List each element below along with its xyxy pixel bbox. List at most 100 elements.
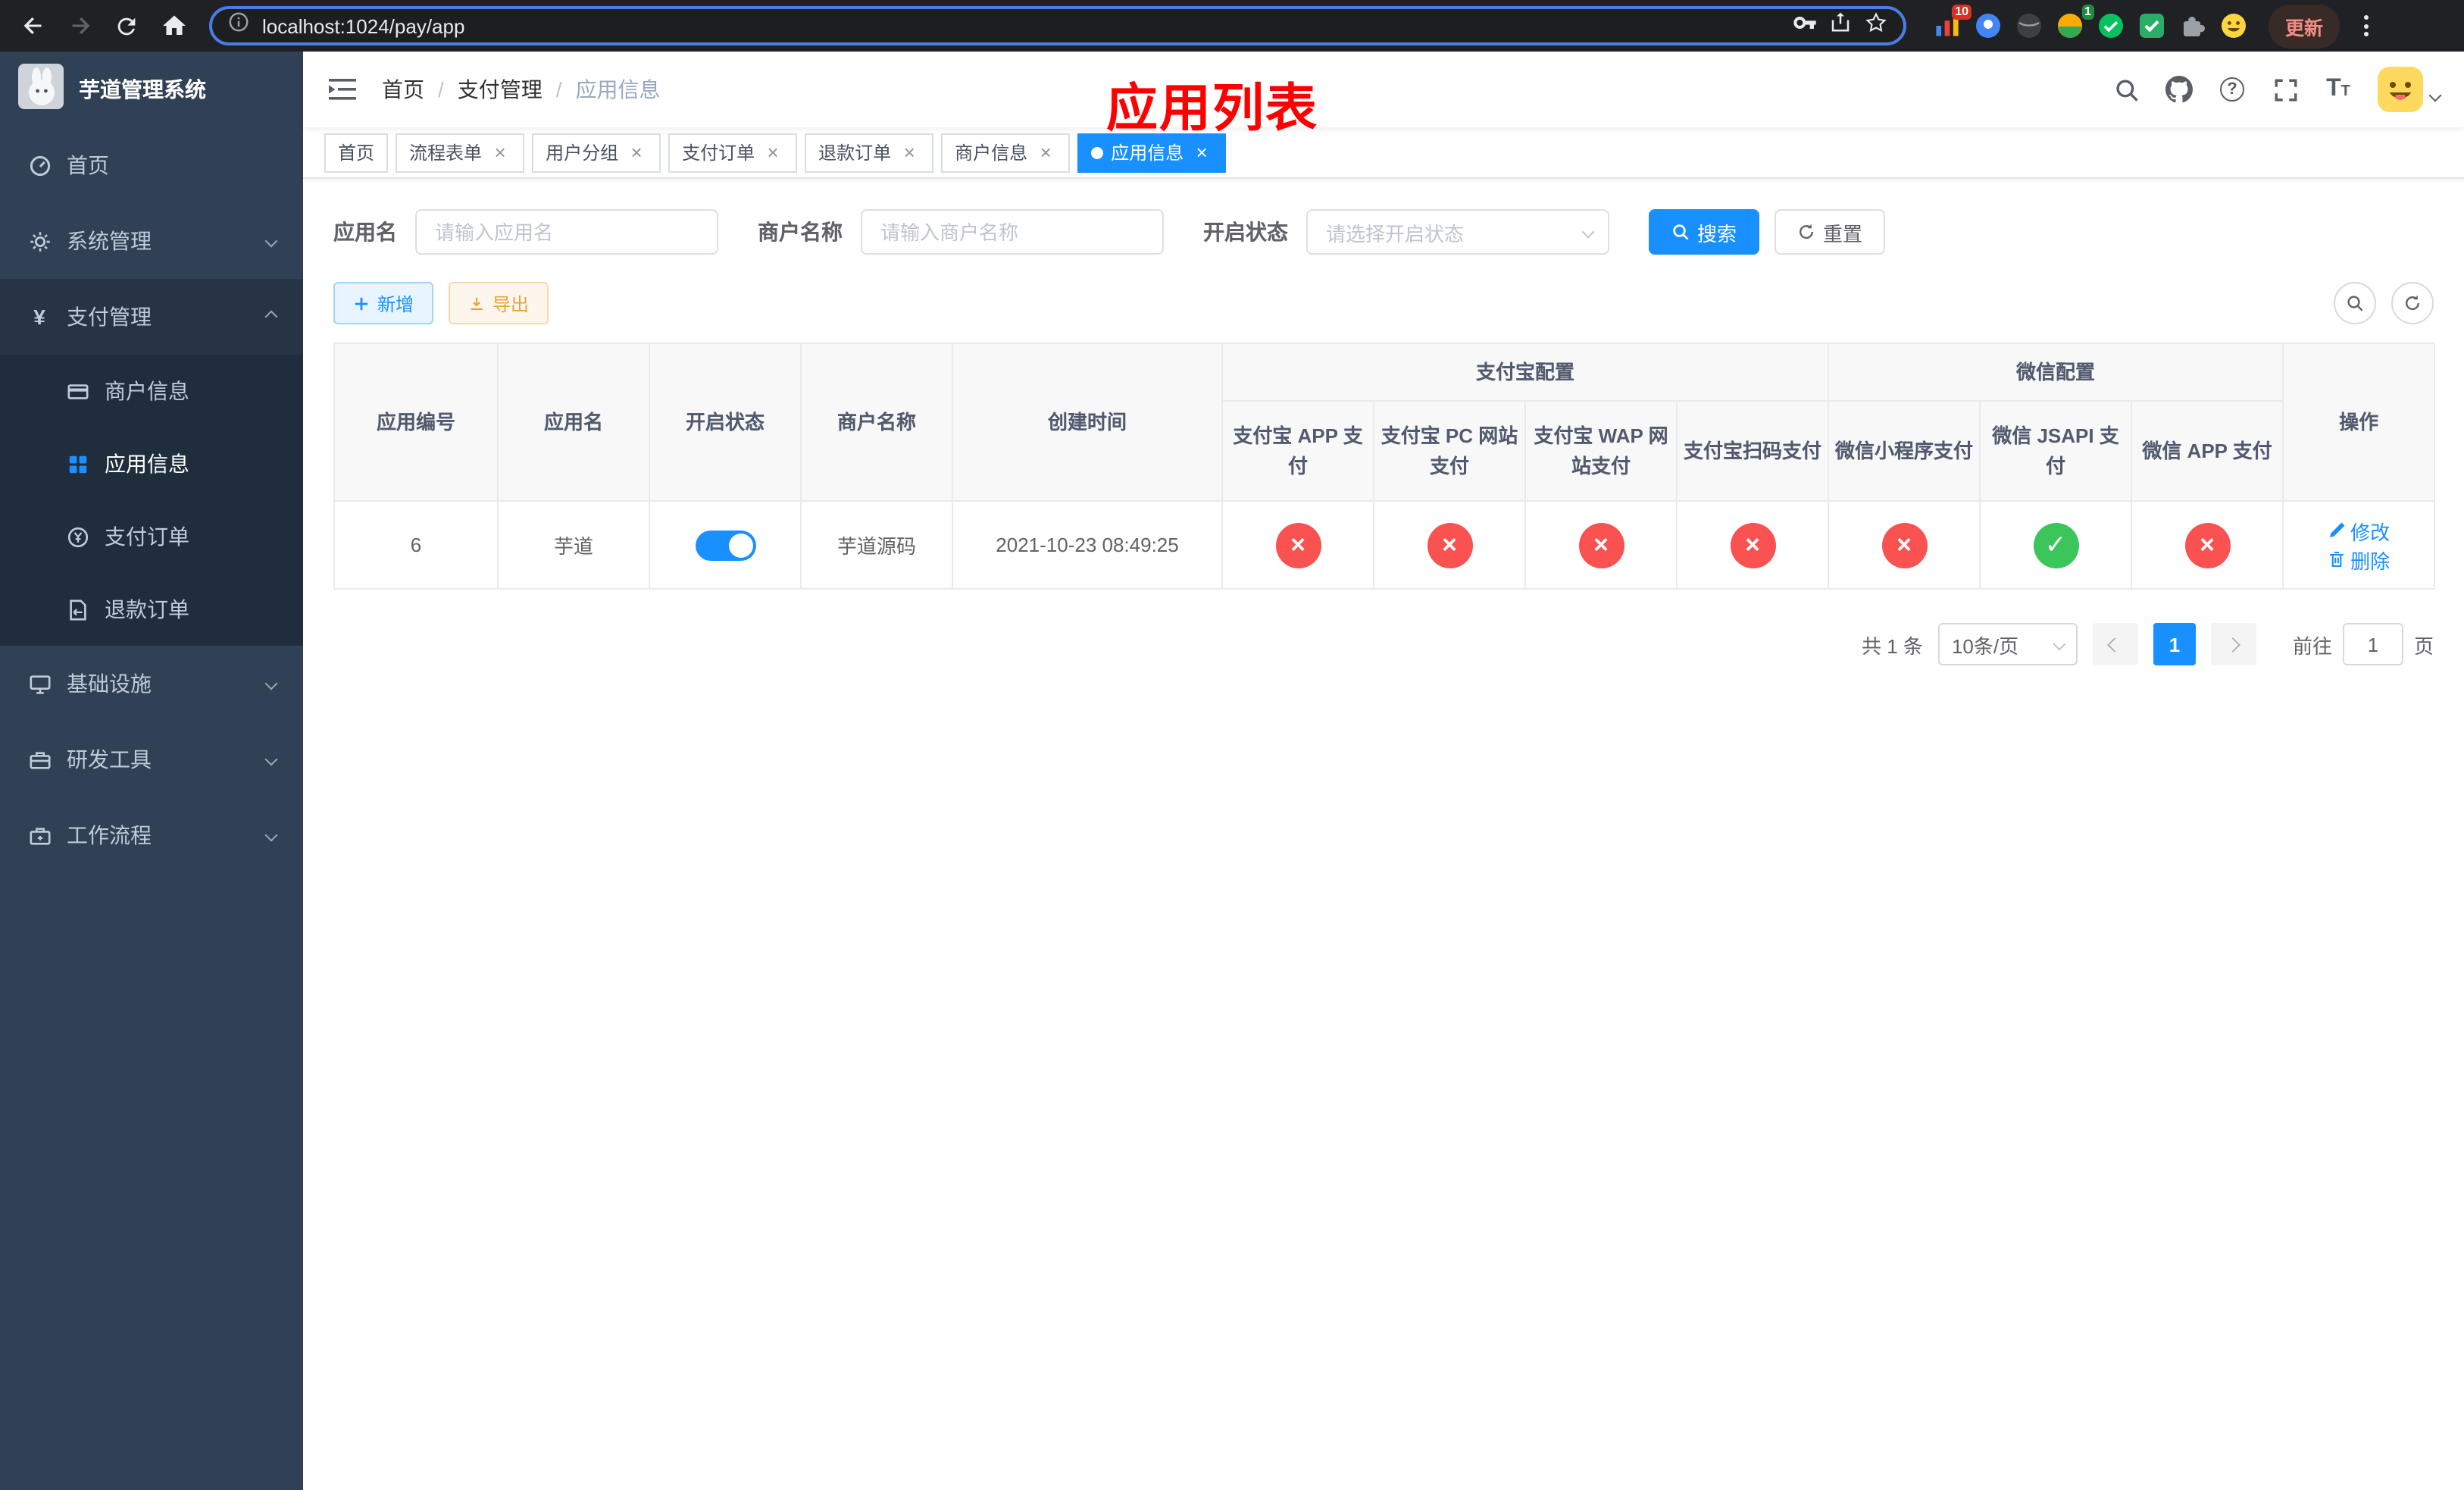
collapse-sidebar-icon[interactable] [327, 74, 358, 105]
search-button[interactable]: 搜索 [1649, 209, 1760, 255]
edit-link[interactable]: 修改 [2328, 516, 2390, 545]
search-icon[interactable] [2112, 76, 2140, 103]
sidebar-item-payment-order[interactable]: 支付订单 [0, 500, 303, 573]
breadcrumb-separator: / [438, 77, 444, 102]
tag-merchant-info[interactable]: 商户信息 × [941, 133, 1071, 172]
app-logo[interactable]: 芋道管理系统 [0, 52, 303, 127]
goto-page-input[interactable] [2342, 623, 2403, 665]
app-table: 应用编号 应用名 开启状态 商户名称 创建时间 支付宝配置 微信配置 操作 支付… [333, 343, 2436, 590]
toolbox-icon [27, 747, 52, 772]
merchant-name-input[interactable] [861, 209, 1164, 255]
user-avatar[interactable] [2378, 67, 2442, 112]
chevron-left-icon [2108, 637, 2123, 652]
site-info-icon[interactable] [227, 11, 250, 41]
page-number-active[interactable]: 1 [2153, 623, 2196, 665]
font-size-icon[interactable]: TT [2325, 76, 2352, 103]
github-icon[interactable] [2165, 76, 2193, 103]
close-icon[interactable]: × [762, 142, 783, 163]
close-icon[interactable]: × [899, 142, 920, 163]
sidebar-item-workflow[interactable]: 工作流程 [0, 797, 303, 873]
share-icon[interactable] [1829, 11, 1852, 41]
puzzle-extensions-icon[interactable] [2179, 12, 2206, 39]
chart-extension-icon[interactable]: 10 [1934, 5, 1972, 39]
back-icon[interactable] [12, 5, 53, 46]
sidebar-item-label: 支付管理 [67, 305, 152, 329]
delete-link[interactable]: 删除 [2328, 545, 2390, 574]
url-text[interactable]: localhost:1024/pay/app [262, 14, 1781, 37]
table-toolbar: 新增 导出 [333, 282, 2434, 324]
app-name-input[interactable] [415, 209, 718, 255]
tags-view: 首页 流程表单 × 用户分组 × 支付订单 × 退款订单 × 商户信息 × 应用… [303, 127, 2464, 179]
chevron-down-icon [264, 753, 278, 766]
emoji-face-extension-icon[interactable] [2220, 12, 2247, 39]
pagination-total: 共 1 条 [1862, 634, 1923, 657]
cell-app-name: 芋道 [497, 500, 650, 590]
browser-toolbar: localhost:1024/pay/app 10 1 更新 [0, 0, 2464, 52]
breadcrumb-payment[interactable]: 支付管理 [458, 74, 543, 105]
gear-icon [27, 229, 52, 253]
toggle-search-button[interactable] [2334, 282, 2376, 324]
avatar-image [2378, 67, 2423, 112]
green-square-extension-icon[interactable] [2138, 12, 2165, 39]
filter-bar: 应用名 商户名称 开启状态 请选择开启状态 [333, 209, 2434, 255]
tag-refund-order[interactable]: 退款订单 × [805, 133, 934, 172]
tag-payment-order[interactable]: 支付订单 × [668, 133, 798, 172]
sidebar-item-home[interactable]: 首页 [0, 127, 303, 203]
reload-icon[interactable] [106, 5, 147, 46]
close-icon[interactable]: × [1035, 142, 1056, 163]
col-app-name: 应用名 [497, 343, 650, 502]
tag-home[interactable]: 首页 [324, 133, 389, 172]
avatar-extension-icon[interactable]: 1 [2056, 5, 2094, 39]
sidebar-item-app-info[interactable]: 应用信息 [0, 427, 303, 500]
prev-page-button[interactable] [2092, 623, 2138, 665]
close-icon[interactable]: × [1191, 142, 1212, 163]
browser-menu-icon[interactable] [2352, 9, 2379, 42]
blue-extension-icon[interactable] [1975, 12, 2002, 39]
sidebar-item-payment[interactable]: ¥ 支付管理 [0, 279, 303, 355]
chevron-up-icon [264, 310, 278, 324]
sidebar-item-refund-order[interactable]: 退款订单 [0, 573, 303, 646]
chrome-update-button[interactable]: 更新 [2269, 4, 2340, 48]
app-title: 芋道管理系统 [79, 77, 206, 102]
password-key-icon[interactable] [1793, 10, 1817, 42]
chevron-down-icon [264, 677, 278, 690]
add-button-label: 新增 [377, 293, 414, 315]
col-create-time: 创建时间 [952, 343, 1223, 502]
breadcrumb-home[interactable]: 首页 [382, 74, 424, 105]
refresh-button[interactable] [2391, 282, 2434, 324]
delete-label: 删除 [2350, 549, 2391, 572]
tag-process-form[interactable]: 流程表单 × [396, 133, 525, 172]
sidebar-item-merchant-info[interactable]: 商户信息 [0, 355, 303, 427]
col-alipay-scan: 支付宝扫码支付 [1675, 400, 1830, 502]
logo-avatar [18, 63, 64, 116]
close-icon[interactable]: × [489, 142, 511, 163]
page-size-select[interactable]: 10条/页 [1937, 623, 2078, 665]
col-wechat-jsapi: 微信 JSAPI 支付 [1979, 400, 2133, 502]
sidebar-item-infrastructure[interactable]: 基础设施 [0, 646, 303, 722]
fullscreen-icon[interactable] [2272, 76, 2299, 103]
sidebar-item-dev-tools[interactable]: 研发工具 [0, 722, 303, 797]
cell-status [649, 500, 802, 590]
help-icon[interactable]: ? [2219, 76, 2246, 103]
next-page-button[interactable] [2210, 623, 2256, 665]
sidebar-item-label: 研发工具 [67, 747, 152, 772]
question-glyph: ? [2220, 77, 2244, 102]
col-alipay-app: 支付宝 APP 支付 [1221, 400, 1374, 502]
bookmark-star-icon[interactable] [1864, 10, 1888, 42]
home-icon[interactable] [153, 5, 194, 46]
close-icon[interactable]: × [626, 142, 647, 163]
status-toggle-on[interactable] [695, 530, 755, 560]
col-alipay-pc: 支付宝 PC 网站支付 [1373, 400, 1526, 502]
sidebar-item-label: 首页 [67, 153, 109, 177]
add-button[interactable]: 新增 [333, 282, 434, 324]
forward-icon[interactable] [59, 5, 100, 46]
export-button[interactable]: 导出 [449, 282, 549, 324]
breadcrumb-separator: / [555, 77, 562, 102]
sidebar-item-system[interactable]: 系统管理 [0, 203, 303, 279]
reset-button[interactable]: 重置 [1775, 209, 1886, 255]
url-bar[interactable]: localhost:1024/pay/app [209, 6, 1906, 45]
wechat-devtools-extension-icon[interactable] [2097, 12, 2125, 39]
dark-globe-extension-icon[interactable] [2015, 12, 2043, 39]
status-select[interactable]: 请选择开启状态 [1306, 209, 1609, 255]
tag-user-group[interactable]: 用户分组 × [532, 133, 661, 172]
